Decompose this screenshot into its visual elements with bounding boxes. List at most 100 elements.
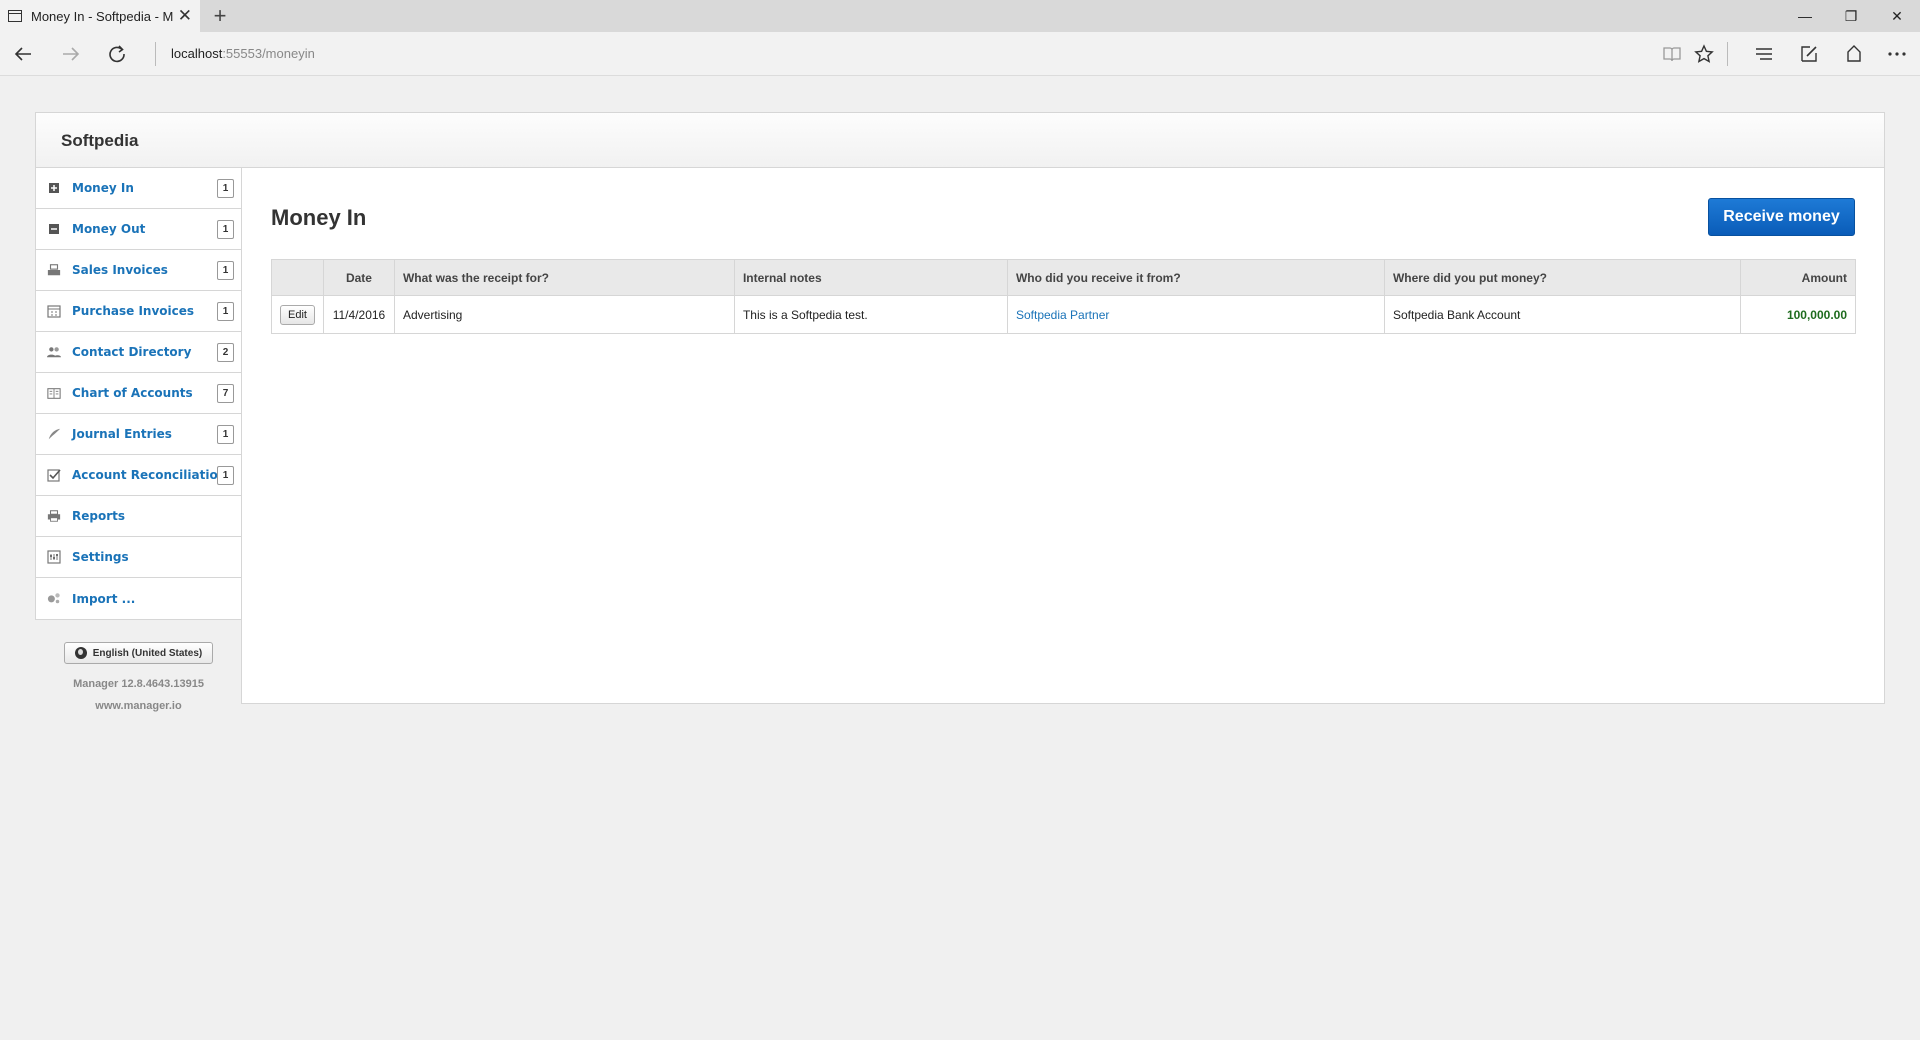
sidebar-item-import[interactable]: Import ... [36, 578, 241, 619]
sidebar-item-journal-entries[interactable]: Journal Entries 1 [36, 414, 241, 455]
sidebar-item-reports[interactable]: Reports [36, 496, 241, 537]
language-label: English (United States) [92, 647, 203, 659]
app-header: Softpedia [35, 112, 1885, 168]
count-badge: 1 [217, 466, 234, 485]
page-title: Money In [271, 205, 367, 230]
page-viewport: Softpedia Money In 1 Money Out 1 Sales I… [0, 77, 1920, 1040]
app-shell: Softpedia Money In 1 Money Out 1 Sales I… [35, 112, 1885, 712]
sidebar-item-settings[interactable]: Settings [36, 537, 241, 578]
settings-icon [47, 550, 61, 564]
from-cell: Softpedia Partner [1006, 295, 1385, 334]
version-text: Manager 12.8.4643.13915 [73, 678, 204, 690]
sidebar-item-contact-directory[interactable]: Contact Directory 2 [36, 332, 241, 373]
hub-icon[interactable] [1752, 42, 1776, 66]
address-bar: localhost:55553/moneyin [0, 32, 1920, 76]
toolbar-separator [1727, 42, 1728, 66]
edit-button[interactable]: Edit [280, 304, 315, 325]
count-badge: 1 [217, 425, 234, 444]
main-content: Money In Receive money Date What was the… [241, 168, 1885, 704]
users-icon [47, 345, 61, 359]
sidebar-item-label: Reports [72, 509, 126, 523]
forward-arrow-icon[interactable] [57, 40, 85, 68]
minimize-icon[interactable]: — [1782, 0, 1828, 32]
minus-square-icon [47, 222, 61, 236]
contact-link[interactable]: Softpedia Partner [1016, 308, 1109, 322]
browser-tab[interactable]: Money In - Softpedia - M ✕ [0, 0, 200, 32]
notes-cell: This is a Softpedia test. [733, 295, 1008, 334]
book-icon [47, 386, 61, 400]
sidebar-item-sales-invoices[interactable]: Sales Invoices 1 [36, 250, 241, 291]
account-cell: Softpedia Bank Account [1383, 295, 1741, 334]
cash-register-icon [47, 263, 61, 277]
sidebar-item-label: Contact Directory [72, 345, 192, 359]
sidebar-nav: Money In 1 Money Out 1 Sales Invoices 1 [35, 168, 242, 620]
checkbox-icon [47, 468, 61, 482]
reading-view-icon[interactable] [1660, 42, 1684, 66]
share-icon[interactable] [1842, 42, 1866, 66]
sidebar-item-label: Money Out [72, 222, 146, 236]
sidebar-item-label: Purchase Invoices [72, 304, 195, 318]
table-row: Edit 11/4/2016 Advertising This is a Sof… [271, 295, 1857, 334]
website-link[interactable]: www.manager.io [35, 700, 242, 712]
page-icon [8, 10, 22, 22]
column-header-put[interactable]: Where did you put money? [1383, 259, 1741, 296]
browser-tab-bar: Money In - Softpedia - M ✕ + — ❐ ✕ [0, 0, 1920, 32]
close-window-icon[interactable]: ✕ [1874, 0, 1920, 32]
printer-icon [47, 509, 61, 523]
column-header-edit [271, 259, 324, 296]
favorite-star-icon[interactable] [1692, 42, 1716, 66]
calendar-icon [47, 304, 61, 318]
sidebar-item-label: Journal Entries [72, 427, 172, 441]
sidebar-item-label: Sales Invoices [72, 263, 168, 277]
tab-title: Money In - Softpedia - M [31, 8, 174, 24]
new-tab-icon[interactable]: + [208, 3, 232, 29]
back-arrow-icon[interactable] [9, 40, 37, 68]
count-badge: 1 [217, 261, 234, 280]
count-badge: 1 [217, 302, 234, 321]
sidebar-item-label: Account Reconciliation [72, 468, 227, 482]
sidebar-item-label: Settings [72, 550, 129, 564]
plus-square-icon [47, 181, 61, 195]
sidebar-item-account-reconciliation[interactable]: Account Reconciliation 1 [36, 455, 241, 496]
globe-icon [74, 647, 87, 659]
column-header-date[interactable]: Date [322, 259, 395, 296]
count-badge: 1 [217, 179, 234, 198]
date-cell: 11/4/2016 [322, 295, 395, 334]
column-header-amount[interactable]: Amount [1739, 259, 1857, 296]
edit-cell: Edit [271, 295, 324, 334]
url-host: localhost [171, 46, 223, 61]
receipt-for-cell: Advertising [393, 295, 735, 334]
column-header-receipt-for[interactable]: What was the receipt for? [393, 259, 735, 296]
sidebar-item-purchase-invoices[interactable]: Purchase Invoices 1 [36, 291, 241, 332]
receive-money-button[interactable]: Receive money [1708, 198, 1855, 236]
close-tab-icon[interactable]: ✕ [178, 6, 192, 26]
sidebar-item-label: Chart of Accounts [72, 386, 193, 400]
business-name[interactable]: Softpedia [61, 131, 138, 151]
amount-value: 100,000.00 [1786, 307, 1847, 322]
more-options-icon[interactable] [1885, 42, 1909, 66]
count-badge: 2 [217, 343, 234, 362]
count-badge: 1 [217, 220, 234, 239]
money-in-table: Date What was the receipt for? Internal … [271, 259, 1857, 334]
amount-cell: 100,000.00 [1739, 295, 1857, 334]
sidebar-item-label: Money In [72, 181, 134, 195]
sidebar-item-chart-of-accounts[interactable]: Chart of Accounts 7 [36, 373, 241, 414]
sidebar-item-money-in[interactable]: Money In 1 [36, 168, 241, 209]
address-separator [155, 42, 156, 66]
url-path: :55553/moneyin [222, 46, 315, 61]
table-header-row: Date What was the receipt for? Internal … [271, 259, 1857, 296]
web-note-icon[interactable] [1797, 42, 1821, 66]
sidebar-item-money-out[interactable]: Money Out 1 [36, 209, 241, 250]
refresh-icon[interactable] [103, 40, 131, 68]
restore-icon[interactable]: ❐ [1828, 0, 1874, 32]
count-badge: 7 [217, 384, 234, 403]
column-header-notes[interactable]: Internal notes [733, 259, 1008, 296]
sidebar-item-label: Import ... [72, 591, 136, 606]
language-button[interactable]: English (United States) [64, 642, 213, 664]
import-icon [47, 591, 61, 605]
url-field[interactable]: localhost:55553/moneyin [171, 46, 315, 61]
window-controls: — ❐ ✕ [1782, 0, 1920, 32]
column-header-from[interactable]: Who did you receive it from? [1006, 259, 1385, 296]
quill-icon [47, 427, 61, 441]
sidebar: Money In 1 Money Out 1 Sales Invoices 1 [35, 168, 242, 712]
